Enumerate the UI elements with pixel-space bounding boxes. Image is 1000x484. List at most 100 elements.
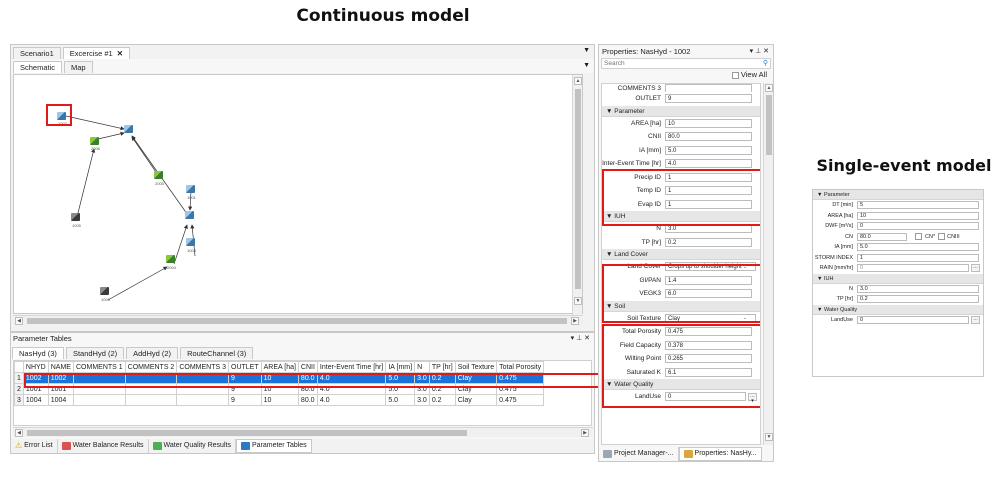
col-header[interactable]: N [414, 361, 430, 373]
props-scroll-down-icon[interactable]: ▼ [765, 433, 773, 441]
section-land-cover[interactable]: ▼ Land Cover [602, 249, 760, 260]
node-1005[interactable] [71, 213, 80, 221]
col-header[interactable]: NHYD [22, 361, 49, 373]
prop-value[interactable]: 0 [857, 315, 969, 324]
table-h-scroll-thumb[interactable] [27, 430, 467, 436]
tab-nashyd[interactable]: NasHyd (3) [12, 347, 64, 359]
view-all-checkbox[interactable] [731, 71, 739, 79]
node-outlet[interactable] [124, 125, 133, 133]
node-2005[interactable] [154, 171, 163, 179]
cniii-checkbox[interactable] [938, 233, 946, 241]
rain-ellipsis-icon[interactable]: … [971, 264, 980, 273]
tab-scenario1[interactable]: Scenario1 [13, 47, 61, 59]
node-2006[interactable] [90, 137, 99, 145]
row-number[interactable]: 3 [14, 394, 24, 406]
col-header[interactable]: OUTLET [228, 361, 262, 373]
table-scroll-right-icon[interactable]: ▶ [581, 429, 589, 437]
panel-controls-icon[interactable]: ▾ ⊥ ✕ [750, 45, 769, 58]
h-scroll-thumb[interactable] [27, 318, 567, 324]
search-icon[interactable]: ⚲ [763, 59, 768, 67]
se-section-parameter[interactable]: ▼ Parameter [813, 190, 983, 200]
view-overflow-icon[interactable]: ▼ [583, 62, 590, 69]
col-header[interactable]: COMMENTS 3 [176, 361, 229, 373]
row-number[interactable]: 1 [14, 372, 24, 384]
tab-project-manager[interactable]: Project Manager-... [599, 447, 679, 461]
close-icon[interactable]: ✕ [117, 49, 123, 58]
col-header[interactable]: Inter-Event Time [hr] [316, 361, 387, 373]
scroll-left-icon[interactable]: ◀ [15, 317, 23, 325]
tab-schematic[interactable]: Schematic [13, 61, 63, 73]
node-1004[interactable] [186, 238, 195, 246]
node-2004[interactable] [166, 255, 175, 263]
tab-water-quality-results[interactable]: Water Quality Results [149, 439, 236, 453]
prop-value[interactable]: 1 [857, 253, 979, 262]
prop-value[interactable]: 3.0 [857, 284, 979, 293]
props-scroll-up-icon[interactable]: ▲ [765, 84, 773, 92]
table-horizontal-scrollbar[interactable]: ◀ ▶ [13, 427, 593, 437]
section-parameter[interactable]: ▼ Parameter [602, 105, 760, 117]
col-header[interactable]: NAME [47, 361, 74, 373]
prop-value[interactable]: 5 [857, 201, 979, 210]
node-1003[interactable] [100, 287, 109, 295]
node-junction[interactable] [185, 211, 194, 219]
prop-value[interactable]: 9 [665, 94, 752, 104]
scroll-right-icon[interactable]: ▶ [571, 317, 579, 325]
schematic-canvas[interactable]: 1002 2006 2005 1001 1005 1004 2004 1003 … [13, 74, 583, 315]
table-cell[interactable]: 9 [228, 394, 262, 406]
prop-value[interactable]: 0.2 [857, 295, 979, 304]
col-header[interactable]: Soil Texture [454, 361, 498, 373]
prop-value[interactable]: 80.0 [857, 232, 907, 241]
se-section-iuh[interactable]: ▼ IUH [813, 273, 983, 284]
tab-map[interactable]: Map [64, 61, 93, 73]
properties-vertical-scrollbar[interactable]: ▲ ▼ [763, 83, 773, 445]
prop-value[interactable]: 5.0 [857, 243, 979, 252]
scroll-up-icon[interactable]: ▲ [574, 77, 582, 85]
table-cell[interactable]: 0.475 [496, 394, 545, 406]
tab-overflow-icon[interactable]: ▼ [583, 47, 590, 54]
prop-value[interactable]: 5.0 [665, 145, 752, 155]
table-scroll-left-icon[interactable]: ◀ [15, 429, 23, 437]
tab-standhyd[interactable]: StandHyd (2) [65, 347, 125, 359]
se-section-water-quality[interactable]: ▼ Water Quality [813, 304, 983, 315]
tab-error-list[interactable]: ⚠ Error List [11, 439, 58, 453]
table-cell[interactable]: 1004 [22, 394, 49, 406]
tab-water-balance-results[interactable]: Water Balance Results [58, 439, 149, 453]
tab-routechannel[interactable]: RouteChannel (3) [180, 347, 254, 359]
col-header[interactable]: TP [hr] [428, 361, 456, 373]
props-scroll-thumb[interactable] [766, 95, 772, 155]
table-cell[interactable]: 4.0 [316, 394, 387, 406]
table-cell[interactable] [124, 394, 178, 406]
tab-addhyd[interactable]: AddHyd (2) [126, 347, 179, 359]
cn-star-checkbox[interactable] [915, 233, 922, 241]
schematic-horizontal-scrollbar[interactable]: ◀ ▶ [13, 315, 583, 325]
col-header[interactable]: AREA [ha] [260, 361, 299, 373]
table-cell[interactable]: 10 [260, 394, 299, 406]
scroll-down-icon[interactable]: ▼ [574, 297, 582, 305]
table-cell[interactable]: 5.0 [385, 394, 416, 406]
table-cell[interactable]: Clay [454, 394, 498, 406]
prop-value[interactable]: 0.2 [665, 237, 752, 247]
col-header[interactable]: CNII [297, 361, 318, 373]
panel-controls-icon[interactable]: ▾ ⊥ ✕ [571, 333, 590, 345]
table-cell[interactable]: 3.0 [414, 394, 430, 406]
prop-value[interactable]: 0 [857, 222, 979, 231]
node-1001[interactable] [186, 185, 195, 193]
table-cell[interactable] [72, 394, 126, 406]
tab-exercise-1[interactable]: Excercise #1 ✕ [62, 47, 131, 59]
prop-value[interactable]: 10 [857, 211, 979, 220]
prop-value[interactable] [665, 84, 752, 92]
prop-value[interactable]: 4.0 [665, 159, 752, 169]
tab-properties[interactable]: Properties: NasHy... [678, 447, 762, 461]
tab-parameter-tables[interactable]: Parameter Tables [235, 439, 312, 453]
table-cell[interactable]: 1004 [47, 394, 74, 406]
col-header[interactable]: Total Porosity [496, 361, 545, 373]
table-cell[interactable]: 0.2 [428, 394, 456, 406]
table-row[interactable]: 3 1004 1004 9 10 80.0 4.0 5.0 3.0 0.2 Clay 0.475 [14, 394, 545, 406]
table-cell[interactable] [176, 394, 229, 406]
col-header[interactable]: IA [mm] [385, 361, 416, 373]
se-landuse-ellipsis-icon[interactable]: … [971, 315, 980, 324]
col-header[interactable]: COMMENTS 1 [72, 361, 126, 373]
properties-search-input[interactable] [602, 59, 752, 68]
prop-value[interactable]: 80.0 [665, 132, 752, 142]
row-number[interactable]: 2 [14, 383, 24, 395]
